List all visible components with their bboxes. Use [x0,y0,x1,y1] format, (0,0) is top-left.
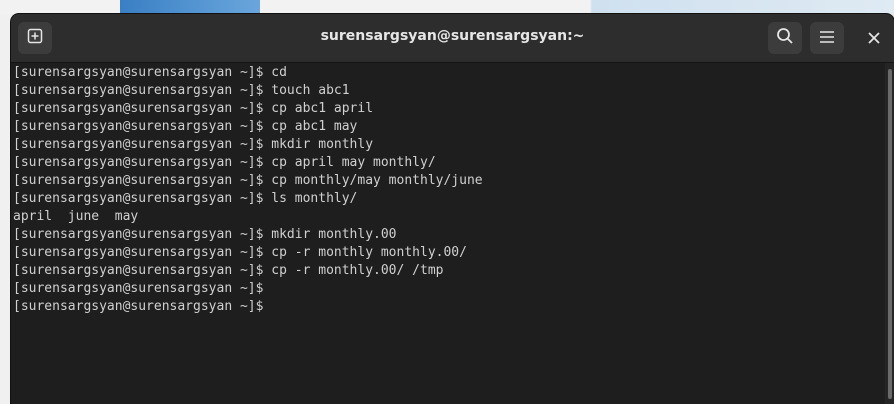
terminal-line: [surensargsyan@surensargsyan ~]$ cd [13,65,287,80]
terminal-line: [surensargsyan@surensargsyan ~]$ mkdir m… [13,137,374,152]
terminal-line: april june may [13,209,139,224]
new-tab-button[interactable] [18,22,52,54]
terminal-line: [surensargsyan@surensargsyan ~]$ cp abc1… [13,101,374,116]
terminal-line: [surensargsyan@surensargsyan ~]$ cp abc1… [13,119,358,134]
search-icon [776,27,794,49]
menu-button[interactable] [810,22,844,54]
terminal-line: [surensargsyan@surensargsyan ~]$ cp mont… [13,173,483,188]
desktop-background [0,0,894,14]
new-tab-icon [27,28,43,48]
terminal-line: [surensargsyan@surensargsyan ~]$ [13,281,264,296]
terminal-window: surensargsyan@surensargsyan:~ [surensarg… [11,14,894,404]
scrollbar-thumb[interactable] [888,69,892,399]
close-button[interactable] [857,22,891,54]
hamburger-menu-icon [819,29,835,48]
terminal-line: [surensargsyan@surensargsyan ~]$ [13,299,264,314]
terminal-line: [surensargsyan@surensargsyan ~]$ ls mont… [13,191,358,206]
terminal-line: [surensargsyan@surensargsyan ~]$ mkdir m… [13,227,397,242]
close-icon [868,29,880,48]
terminal-line: [surensargsyan@surensargsyan ~]$ cp -r m… [13,263,444,278]
header-bar: surensargsyan@surensargsyan:~ [11,14,894,63]
terminal-line: [surensargsyan@surensargsyan ~]$ cp -r m… [13,245,467,260]
window-title: surensargsyan@surensargsyan:~ [320,28,585,44]
terminal-line: [surensargsyan@surensargsyan ~]$ cp apri… [13,155,436,170]
terminal-scrollbar[interactable] [885,63,894,404]
search-button[interactable] [768,22,802,54]
terminal-line: [surensargsyan@surensargsyan ~]$ touch a… [13,83,350,98]
terminal-output[interactable]: [surensargsyan@surensargsyan ~]$ cd [sur… [11,63,885,404]
